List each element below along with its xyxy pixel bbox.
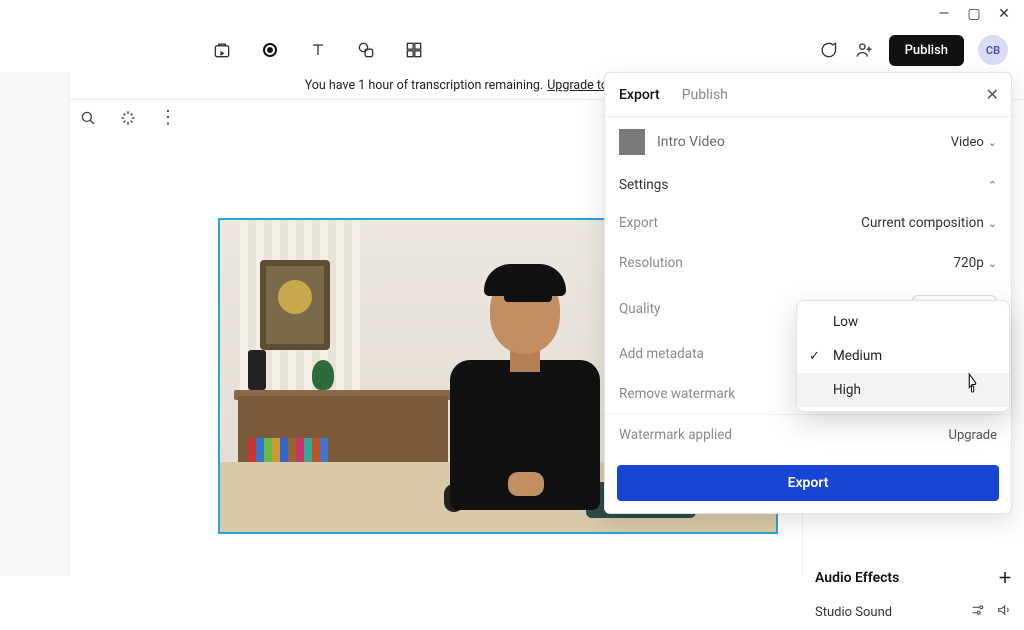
check-icon: ✓: [809, 349, 820, 364]
tab-publish[interactable]: Publish: [682, 87, 728, 103]
minimize-icon[interactable]: —: [938, 8, 950, 20]
chevron-up-icon[interactable]: ⌃: [988, 179, 997, 192]
chevron-down-icon: ⌄: [988, 217, 997, 230]
settings-label: Settings: [619, 177, 668, 193]
add-effect-icon[interactable]: ＋: [998, 568, 1012, 588]
left-rail: [0, 72, 70, 576]
avatar[interactable]: CB: [978, 35, 1008, 65]
window-controls: — ▢ ✕: [924, 0, 1024, 28]
media-library-icon[interactable]: [212, 40, 232, 60]
text-tool-icon[interactable]: [308, 40, 328, 60]
audio-effects-heading: Audio Effects: [815, 570, 899, 586]
topbar-right: Publish CB: [817, 35, 1024, 66]
export-panel: Export Publish ✕ Intro Video Video⌄ Sett…: [604, 72, 1012, 514]
chevron-down-icon: ⌄: [988, 257, 997, 270]
export-scope-label: Export: [619, 215, 658, 231]
close-icon[interactable]: ✕: [986, 85, 999, 104]
upgrade-watermark-link[interactable]: Upgrade: [949, 428, 997, 443]
templates-icon[interactable]: [404, 40, 424, 60]
cursor-pointer-icon: [964, 372, 982, 394]
search-icon[interactable]: [78, 108, 98, 128]
resolution-select[interactable]: 720p⌄: [953, 255, 997, 271]
add-metadata-label[interactable]: Add metadata: [619, 346, 704, 362]
shapes-icon[interactable]: [356, 40, 376, 60]
watermark-applied-label: Watermark applied: [619, 427, 732, 443]
studio-sound-label: Studio Sound: [815, 605, 892, 620]
quality-option-low[interactable]: Low: [797, 305, 1009, 339]
studio-sound-settings-icon[interactable]: [970, 602, 986, 622]
studio-sound-mute-icon[interactable]: [996, 602, 1012, 622]
sparkle-icon[interactable]: [118, 108, 138, 128]
quality-option-medium[interactable]: ✓ Medium: [797, 339, 1009, 373]
export-type-select[interactable]: Video⌄: [951, 135, 997, 150]
notice-text: You have 1 hour of transcription remaini…: [305, 78, 544, 93]
publish-button[interactable]: Publish: [889, 35, 964, 66]
export-scope-select[interactable]: Current composition⌄: [861, 215, 997, 231]
record-icon[interactable]: [260, 40, 280, 60]
chevron-down-icon: ⌄: [988, 136, 997, 149]
resolution-label: Resolution: [619, 255, 683, 271]
project-title: Intro Video: [657, 134, 725, 150]
more-icon[interactable]: ⋮: [158, 108, 178, 128]
topbar: Publish CB: [0, 28, 1024, 72]
tool-icons: [212, 40, 424, 60]
comments-icon[interactable]: [817, 39, 839, 61]
remove-watermark-label[interactable]: Remove watermark: [619, 386, 735, 402]
project-thumbnail: [619, 129, 645, 155]
invite-icon[interactable]: [853, 39, 875, 61]
export-button[interactable]: Export: [617, 465, 999, 501]
canvas-toolbar: ⋮: [78, 108, 178, 128]
maximize-icon[interactable]: ▢: [968, 8, 980, 20]
quality-dropdown: Low ✓ Medium High: [796, 300, 1010, 412]
quality-label: Quality: [619, 301, 660, 317]
close-window-icon[interactable]: ✕: [998, 8, 1010, 20]
tab-export[interactable]: Export: [619, 87, 660, 103]
